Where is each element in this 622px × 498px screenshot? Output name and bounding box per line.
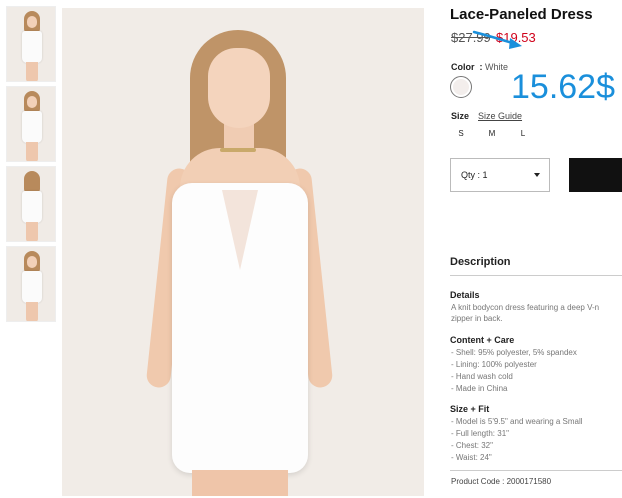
content-care-heading: Content + Care xyxy=(450,335,515,345)
size-fit-line: - Full length: 31" xyxy=(451,429,509,438)
thumbnail-dress xyxy=(22,191,42,223)
color-swatch-white[interactable] xyxy=(450,76,472,98)
annotation-converted-price: 15.62$ xyxy=(511,68,615,106)
add-to-bag-button[interactable] xyxy=(569,158,622,192)
thumbnail-list xyxy=(6,6,56,326)
gold-choker xyxy=(220,148,256,152)
annotation-arrow-icon xyxy=(472,30,522,49)
quantity-select[interactable]: Qty : 1 xyxy=(450,158,550,192)
details-line: zipper in back. xyxy=(451,314,503,323)
size-fit-line: - Chest: 32" xyxy=(451,441,493,450)
size-fit-heading: Size + Fit xyxy=(450,404,490,414)
thumbnail-face xyxy=(27,16,37,28)
color-value: White xyxy=(485,62,509,72)
product-code: Product Code : 2000171580 xyxy=(451,477,552,486)
color-label: Color : xyxy=(451,62,483,72)
content-care-line: - Lining: 100% polyester xyxy=(451,360,537,369)
product-title: Lace-Paneled Dress xyxy=(450,6,593,23)
thumbnail-legs xyxy=(26,302,38,321)
size-option-m[interactable]: M xyxy=(486,129,498,138)
product-code-divider xyxy=(450,470,622,471)
chevron-down-icon xyxy=(534,173,540,177)
model-face xyxy=(208,48,270,128)
size-fit-line: - Model is 5'9.5" and wearing a Small xyxy=(451,417,583,426)
size-guide-link[interactable]: Size Guide xyxy=(478,111,522,121)
thumbnail-side[interactable] xyxy=(6,86,56,162)
description-divider xyxy=(450,275,622,276)
quantity-label: Qty : 1 xyxy=(461,170,488,180)
size-fit-line: - Waist: 24" xyxy=(451,453,492,462)
size-label: Size xyxy=(451,111,470,121)
color-label-text: Color xyxy=(451,62,475,72)
thumbnail-dress xyxy=(22,271,42,303)
thumbnail-dress xyxy=(22,111,42,143)
description-heading: Description xyxy=(450,256,511,268)
size-option-l[interactable]: L xyxy=(517,129,529,138)
thumbnail-front[interactable] xyxy=(6,6,56,82)
thumbnail-face xyxy=(27,256,37,268)
thumbnail-legs xyxy=(26,222,38,241)
thumbnail-detail[interactable] xyxy=(6,246,56,322)
content-care-line: - Made in China xyxy=(451,384,508,393)
color-separator: : xyxy=(479,62,483,72)
content-care-line: - Shell: 95% polyester, 5% spandex xyxy=(451,348,577,357)
thumbnail-hair xyxy=(24,171,40,193)
thumbnail-legs xyxy=(26,142,38,161)
thumbnail-legs xyxy=(26,62,38,81)
thumbnail-face xyxy=(27,96,37,108)
size-option-s[interactable]: S xyxy=(455,129,467,138)
main-product-image[interactable] xyxy=(62,8,424,496)
details-line: A knit bodycon dress featuring a deep V-… xyxy=(451,303,600,312)
model-legs xyxy=(192,470,288,496)
content-care-line: - Hand wash cold xyxy=(451,372,513,381)
details-heading: Details xyxy=(450,290,480,300)
thumbnail-back[interactable] xyxy=(6,166,56,242)
thumbnail-dress xyxy=(22,31,42,63)
